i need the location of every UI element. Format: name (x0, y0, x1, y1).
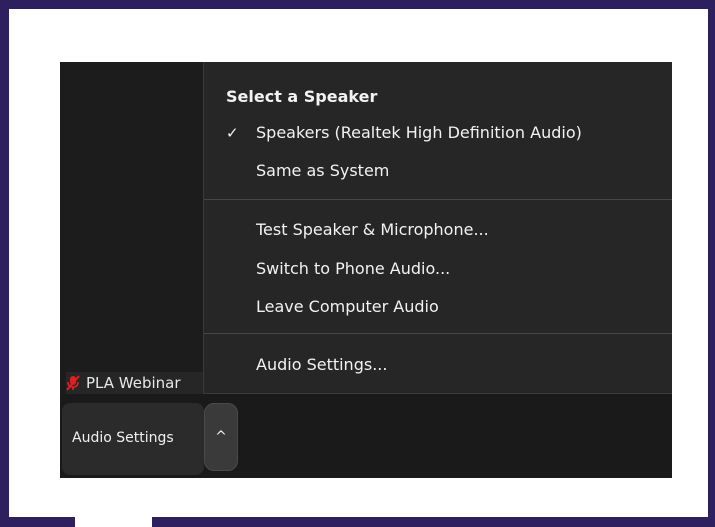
menu-item-leave-computer-audio[interactable]: Leave Computer Audio (256, 297, 439, 316)
menu-item-audio-settings[interactable]: Audio Settings... (256, 355, 387, 374)
menu-item-same-as-system[interactable]: Same as System (256, 161, 389, 180)
menu-item-test-speaker-microphone[interactable]: Test Speaker & Microphone... (256, 220, 489, 239)
audio-settings-button[interactable]: Audio Settings (62, 403, 204, 475)
frame-bottom-right (152, 517, 715, 527)
participant-name: PLA Webinar (86, 374, 181, 392)
mic-muted-icon (66, 375, 80, 391)
checkmark-icon: ✓ (226, 124, 239, 142)
menu-divider (204, 199, 672, 200)
menu-item-switch-to-phone-audio[interactable]: Switch to Phone Audio... (256, 259, 450, 278)
chevron-up-icon: ^ (215, 429, 227, 445)
audio-options-menu: Select a Speaker ✓ Speakers (Realtek Hig… (203, 62, 672, 394)
participant-name-tag: PLA Webinar (66, 372, 206, 394)
frame-bottom-left (0, 517, 75, 527)
zoom-window: PLA Webinar Audio Settings ^ Select a Sp… (60, 62, 672, 478)
select-speaker-heading: Select a Speaker (226, 87, 378, 106)
menu-item-speakers-realtek[interactable]: Speakers (Realtek High Definition Audio) (256, 123, 582, 142)
audio-settings-label: Audio Settings (72, 430, 174, 446)
menu-divider (204, 333, 672, 334)
audio-options-chevron-button[interactable]: ^ (204, 403, 238, 471)
